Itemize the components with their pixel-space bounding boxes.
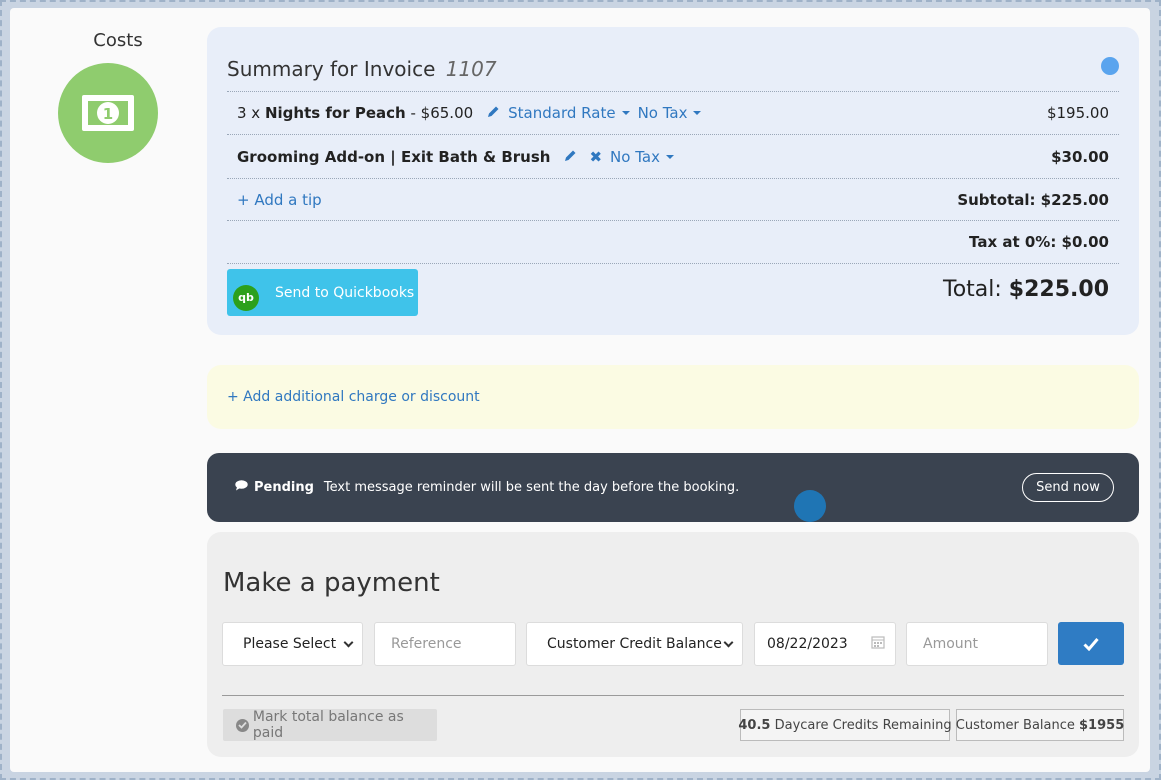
pending-label: Pending [254, 480, 314, 495]
tax-label: No Tax [637, 104, 688, 122]
payment-source-value: Customer Credit Balance [547, 636, 722, 652]
customer-balance-value: $1955 [1079, 717, 1125, 733]
mark-paid-label: Mark total balance as paid [252, 709, 404, 741]
payment-date-input[interactable]: 08/22/2023 [754, 622, 896, 666]
checkmark-icon [1083, 637, 1099, 651]
customer-balance-label: Customer Balance [955, 717, 1080, 733]
payment-method-select[interactable]: Please Select [222, 622, 363, 666]
tax-total: Tax at 0%: $0.00 [969, 233, 1109, 251]
row-divider [227, 263, 1119, 264]
quickbooks-button-label: Send to Quickbooks [275, 284, 415, 301]
amount-placeholder: Amount [923, 636, 979, 652]
rate-dropdown[interactable]: Standard Rate [508, 104, 630, 122]
reference-placeholder: Reference [391, 636, 462, 652]
payment-divider [222, 695, 1124, 696]
chevron-down-icon [343, 637, 354, 647]
send-to-quickbooks-button[interactable]: qb Send to Quickbooks [227, 269, 418, 316]
add-tip-link[interactable]: + Add a tip [237, 191, 322, 209]
additional-charge-panel: + Add additional charge or discount [207, 365, 1139, 429]
caret-down-icon [665, 154, 674, 159]
invoice-summary-card: Summary for Invoice 1107 3 x Nights for … [207, 27, 1139, 335]
summary-title-text: Summary for Invoice [227, 57, 436, 81]
calendar-icon [871, 635, 885, 653]
edit-pencil-icon[interactable] [487, 104, 500, 122]
page-content: Costs 1 Summary for Invoice 1107 3 x Nig… [10, 8, 1150, 772]
pending-message: Text message reminder will be sent the d… [323, 480, 740, 495]
line-amount: $30.00 [1051, 147, 1109, 166]
costs-title: Costs [93, 30, 143, 51]
mark-balance-paid-button[interactable]: Mark total balance as paid [223, 709, 437, 741]
amount-input[interactable]: Amount [906, 622, 1048, 666]
check-circle-icon [236, 718, 249, 732]
daycare-credits-label: Daycare Credits Remaining [770, 717, 952, 733]
money-bill-icon: 1 [58, 63, 158, 163]
svg-text:1: 1 [103, 105, 113, 123]
subtotal: Subtotal: $225.00 [957, 190, 1109, 209]
total-label: Total: [943, 277, 1002, 302]
submit-payment-button[interactable] [1058, 622, 1124, 665]
remove-x-icon[interactable]: ✖ [589, 148, 602, 166]
customer-balance-badge: Customer Balance $1955 [956, 709, 1124, 741]
line-amount: $195.00 [1046, 104, 1109, 122]
tax-dropdown[interactable]: No Tax [610, 148, 674, 166]
daycare-credits-badge: 40.5 Daycare Credits Remaining [738, 709, 952, 741]
chat-bubble-icon [235, 480, 248, 495]
caret-down-icon [621, 111, 630, 115]
rate-label: Standard Rate [508, 104, 616, 122]
line-item-grooming: Grooming Add-on | Exit Bath & Brush ✖ No… [227, 134, 1119, 178]
tax-row: Tax at 0%: $0.00 [227, 220, 1119, 263]
invoice-number: 1107 [445, 57, 497, 81]
tax-dropdown[interactable]: No Tax [638, 104, 702, 122]
payment-title: Make a payment [223, 568, 440, 598]
total-value: $225.00 [1008, 277, 1109, 302]
reference-input[interactable]: Reference [374, 622, 516, 666]
tax-label: No Tax [610, 147, 660, 166]
pending-reminder-bar: Pending Text message reminder will be se… [207, 453, 1139, 522]
payment-source-select[interactable]: Customer Credit Balance [526, 622, 743, 666]
subtotal-row: + Add a tip Subtotal: $225.00 [227, 178, 1119, 220]
payment-panel: Make a payment Please Select Reference C… [207, 532, 1139, 757]
line-name: Grooming Add-on | Exit Bath & Brush [237, 147, 551, 166]
payment-date-value: 08/22/2023 [767, 636, 848, 652]
line-qty: 3 x [237, 104, 265, 122]
status-dot [1101, 57, 1119, 75]
edit-pencil-icon[interactable] [564, 148, 577, 166]
summary-title: Summary for Invoice 1107 [227, 57, 497, 81]
quickbooks-logo-icon: qb [233, 284, 259, 311]
chevron-down-icon [723, 637, 734, 647]
line-item-nights: 3 x Nights for Peach - $65.00 Standard R… [227, 91, 1119, 134]
add-charge-link[interactable]: + Add additional charge or discount [227, 389, 480, 405]
daycare-credits-value: 40.5 [738, 717, 771, 733]
invoice-total: Total: $225.00 [943, 277, 1109, 302]
caret-down-icon [693, 111, 702, 115]
line-unit-price: - $65.00 [405, 104, 474, 122]
payment-method-value: Please Select [243, 636, 337, 652]
line-name: Nights for Peach [264, 104, 406, 122]
cursor-indicator [794, 490, 826, 522]
send-now-button[interactable]: Send now [1022, 473, 1114, 502]
